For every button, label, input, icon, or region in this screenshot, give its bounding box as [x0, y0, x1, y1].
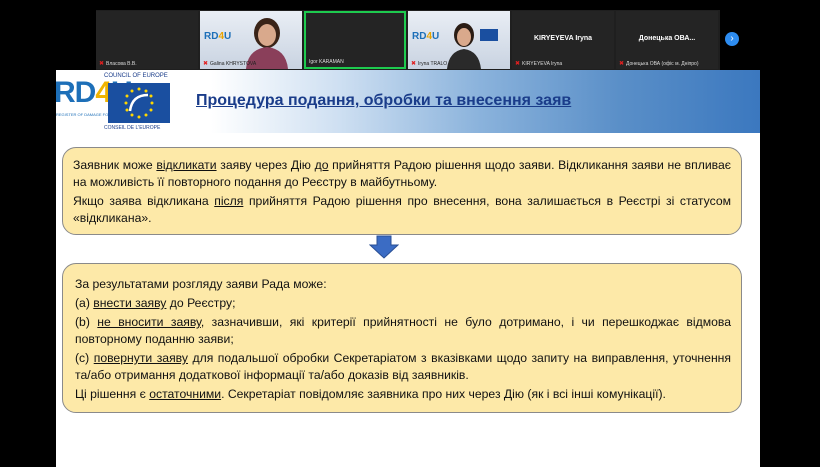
decision-option-c: (c) повернути заяву для подальшої обробк… [75, 351, 732, 382]
mic-muted-icon: ✖ [411, 61, 417, 67]
decisions-intro: За результатами розгляду заяви Рада може… [75, 277, 327, 291]
participant-name: Iryna TRALO [418, 61, 448, 67]
mic-muted-icon: ✖ [203, 61, 209, 67]
arrow-down-icon [369, 235, 399, 259]
mic-muted-icon: ✖ [515, 61, 521, 67]
decision-option-b: (b) не вносити заяву, зазначивши, які кр… [75, 315, 731, 346]
participant-name: Власова В.В. [106, 61, 137, 67]
participant-name: Донецька ОВА (офіс м. Дніпро) [626, 61, 699, 67]
decision-option-a: (a) внести заяву до Реєстру; [75, 296, 236, 310]
next-participants-button[interactable]: › [725, 32, 739, 46]
chevron-right-icon: › [730, 33, 734, 44]
rd4u-mini-logo: RD4U [204, 31, 232, 42]
decisions-final-note: Ці рішення є остаточними. Секретаріат по… [75, 387, 666, 401]
participant-name: KIRYEYEVA Iryna [522, 61, 563, 67]
participant-tile[interactable]: KIRYEYEVA Iryna ✖ KIRYEYEVA Iryna [512, 11, 614, 69]
council-decisions-box: За результатами розгляду заяви Рада може… [62, 263, 742, 413]
withdrawal-paragraph: Заявник може відкликати заяву через Дію … [73, 158, 732, 189]
participant-tile-active-speaker[interactable]: Igor KARAMAN [304, 11, 406, 69]
withdrawal-info-box: Заявник може відкликати заяву через Дію … [62, 147, 742, 235]
participant-display-name: Донецька ОВА... [638, 35, 696, 42]
coe-label-fr: CONSEIL DE L'EUROPE [104, 125, 161, 131]
participant-name: Igor KARAMAN [309, 59, 344, 65]
participant-tile[interactable]: RD4U ✖ Galina KHRYSTOVA [200, 11, 302, 69]
slide-title: Процедура подання, обробки та внесення з… [196, 92, 572, 109]
council-of-europe-logo-icon [108, 83, 170, 123]
coe-label-en: COUNCIL OF EUROPE [104, 73, 168, 79]
participant-display-name: KIRYEYEVA Iryna [533, 35, 593, 42]
rd4u-mini-logo: RD4U [412, 31, 440, 42]
mic-muted-icon: ✖ [619, 61, 625, 67]
person-silhouette-icon [447, 23, 481, 69]
participant-name: Galina KHRYSTOVA [210, 61, 257, 67]
participant-tile[interactable]: Донецька ОВА... ✖ Донецька ОВА (офіс м. Д… [616, 11, 718, 69]
slide-header: RD4U REGISTER OF DAMAGE FOR UKRAINE COUN… [56, 70, 760, 133]
participant-tile[interactable]: RD4U ✖ Iryna TRALO [408, 11, 510, 69]
participant-tile[interactable]: ✖ Власова В.В. [96, 11, 198, 69]
shared-slide: RD4U REGISTER OF DAMAGE FOR UKRAINE COUN… [56, 70, 760, 467]
withdrawal-after-paragraph: Якщо заява відкликана після прийняття Ра… [73, 194, 731, 225]
mic-muted-icon: ✖ [99, 61, 105, 67]
